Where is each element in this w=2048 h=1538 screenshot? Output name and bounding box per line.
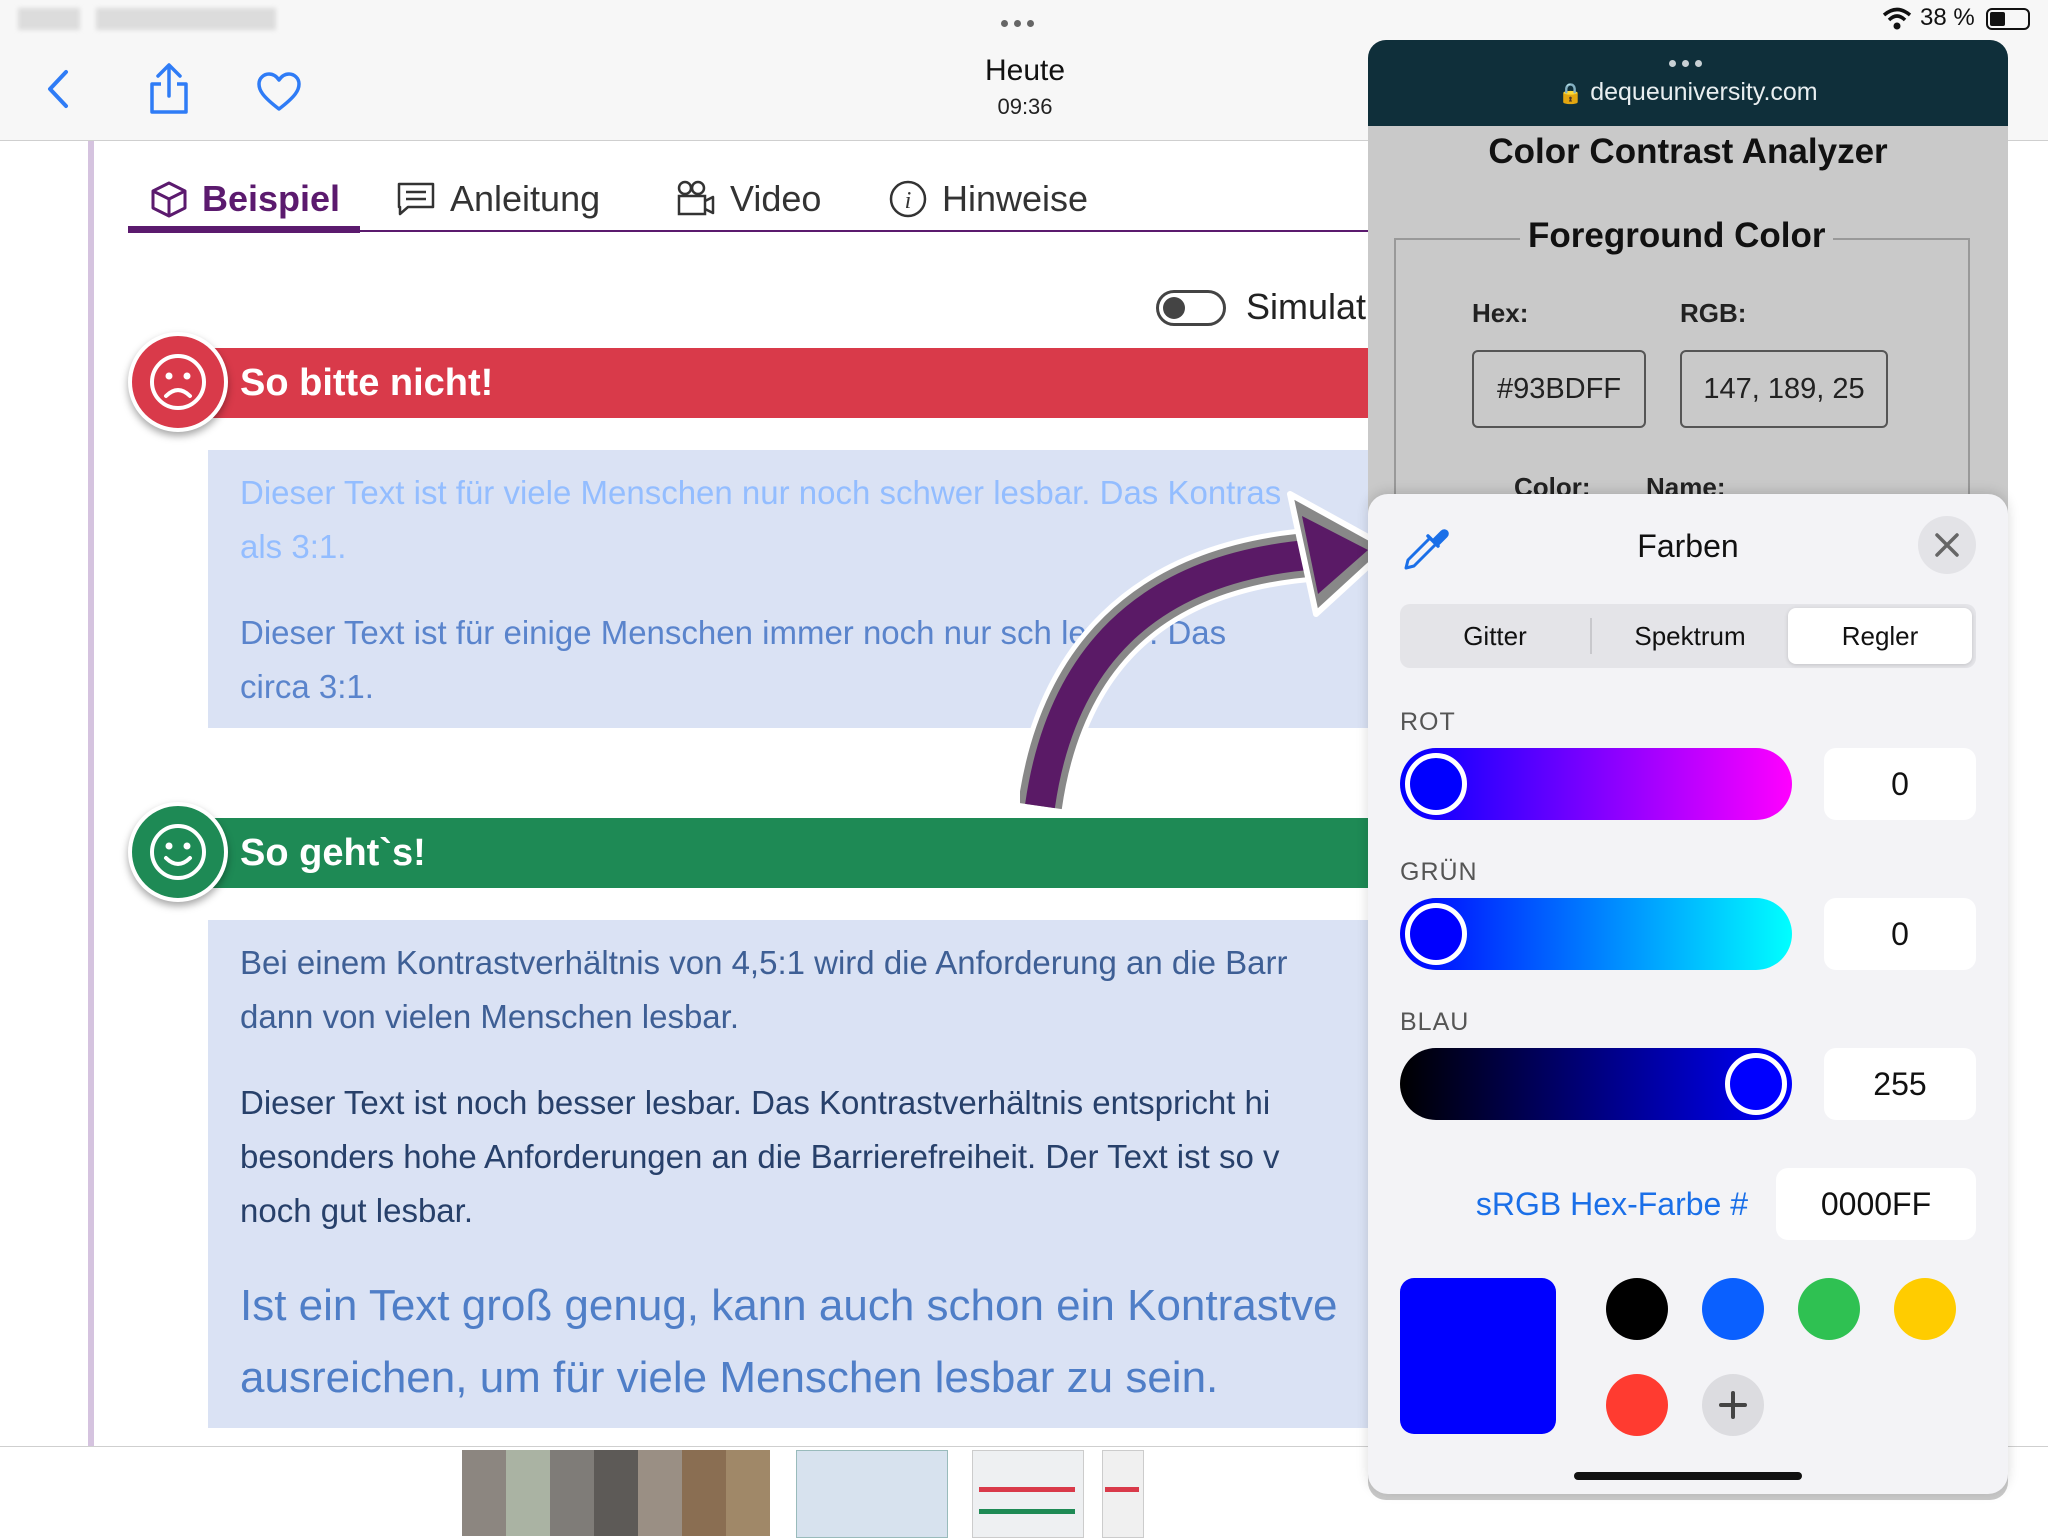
deque-title: Color Contrast Analyzer [1488, 132, 1888, 171]
home-indicator [1574, 1472, 1802, 1480]
bad-example-heading: So bitte nicht! [240, 361, 494, 404]
battery-percentage: 38 % [1920, 4, 1975, 31]
blue-slider[interactable] [1400, 1048, 1792, 1120]
blurred-status-text [96, 8, 276, 30]
green-value-field[interactable]: 0 [1824, 898, 1976, 970]
thumbnail[interactable] [462, 1450, 506, 1536]
tab-beispiel[interactable]: Beispiel [150, 168, 340, 230]
color-picker-sheet: Farben Gitter Spektrum Regler ROT 0 GRÜN… [1368, 494, 2008, 1494]
rgb-label: RGB: [1680, 298, 1747, 328]
multitasking-dots-icon[interactable] [1666, 54, 1705, 72]
svg-text:i: i [905, 188, 912, 214]
good-example-banner: So geht`s! [190, 818, 1370, 888]
red-value-field[interactable]: 0 [1824, 748, 1976, 820]
message-icon [397, 182, 435, 216]
good-example-large-text: Ist ein Text groß genug, kann auch schon… [240, 1281, 1338, 1402]
swatch-green[interactable] [1798, 1278, 1860, 1340]
add-swatch-button[interactable] [1702, 1374, 1764, 1436]
tab-label: Anleitung [450, 178, 601, 219]
simulation-toggle[interactable] [1156, 290, 1226, 326]
swatch-blue[interactable] [1702, 1278, 1764, 1340]
thumbnail[interactable] [972, 1450, 1084, 1538]
plus-icon [1719, 1391, 1747, 1419]
thumbnail[interactable] [638, 1450, 682, 1536]
simulation-label: Simulat [1246, 286, 1367, 327]
green-label: GRÜN [1400, 858, 1478, 886]
heart-icon[interactable] [256, 72, 302, 112]
tab-video[interactable]: Video [676, 168, 821, 230]
thumbnail[interactable] [1102, 1450, 1144, 1538]
info-icon: i [889, 180, 927, 218]
hex-label: Hex: [1472, 298, 1529, 328]
lock-icon: 🔒 [1558, 83, 1584, 105]
thumbnail[interactable] [682, 1450, 726, 1536]
blue-value-field[interactable]: 255 [1824, 1048, 1976, 1120]
nav-title: Heute [984, 54, 1066, 87]
video-camera-icon [677, 180, 715, 216]
current-color-preview [1400, 1278, 1556, 1434]
bad-example-banner: So bitte nicht! [190, 348, 1370, 418]
cube-icon [151, 181, 187, 218]
tab-hinweise[interactable]: i Hinweise [888, 168, 1088, 230]
thumbnail[interactable] [594, 1450, 638, 1536]
thumbnail[interactable] [796, 1450, 948, 1538]
wifi-icon [1882, 7, 1912, 30]
blue-label: BLAU [1400, 1008, 1470, 1036]
foreground-heading: Foreground Color [1520, 216, 1834, 256]
blurred-status-text [18, 8, 80, 30]
red-label: ROT [1400, 708, 1456, 736]
swatch-yellow[interactable] [1894, 1278, 1956, 1340]
swatch-black[interactable] [1606, 1278, 1668, 1340]
share-icon[interactable] [148, 62, 190, 116]
deque-browser-header: 🔒 dequeuniversity.com [1368, 40, 2008, 126]
swatch-red[interactable] [1606, 1374, 1668, 1436]
good-example-text-1: Bei einem Kontrastverhältnis von 4,5:1 w… [240, 944, 1288, 1035]
sad-face-icon [128, 332, 228, 432]
good-example-text-2: Dieser Text ist noch besser lesbar. Das … [240, 1084, 1280, 1229]
segment-gitter[interactable]: Gitter [1400, 606, 1590, 666]
nav-subtitle-time: 09:36 [997, 94, 1053, 119]
tab-label: Beispiel [202, 178, 341, 219]
segment-spektrum[interactable]: Spektrum [1592, 606, 1788, 666]
battery-icon [1986, 8, 2030, 30]
multitasking-dots-icon[interactable] [998, 14, 1037, 32]
slider-thumb[interactable] [1725, 1053, 1787, 1115]
deque-url[interactable]: 🔒 dequeuniversity.com [1368, 78, 2008, 107]
thumbnail[interactable] [550, 1450, 594, 1536]
segment-regler[interactable]: Regler [1788, 606, 1972, 666]
hex-value-field[interactable]: 0000FF [1776, 1168, 1976, 1240]
close-button[interactable] [1918, 516, 1976, 574]
hex-input[interactable]: #93BDFF [1472, 350, 1646, 428]
slider-thumb[interactable] [1405, 903, 1467, 965]
good-example-heading: So geht`s! [240, 831, 426, 874]
thumbnail[interactable] [506, 1450, 550, 1536]
picker-title: Farben [1637, 528, 1739, 564]
slider-thumb[interactable] [1405, 753, 1467, 815]
close-icon [1935, 533, 1959, 557]
tab-label: Video [730, 178, 822, 219]
active-tab-indicator [128, 226, 360, 233]
thumbnail-strip[interactable] [462, 1450, 1144, 1538]
content-left-border [88, 141, 94, 1447]
hex-field-label: sRGB Hex-Farbe # [1475, 1186, 1748, 1222]
pointer-arrow-graphic [1020, 491, 1391, 810]
smiley-face-icon [128, 802, 228, 902]
rgb-input[interactable]: 147, 189, 25 [1680, 350, 1888, 428]
tab-anleitung[interactable]: Anleitung [396, 168, 600, 230]
green-slider[interactable] [1400, 898, 1792, 970]
chevron-left-icon[interactable] [46, 68, 70, 110]
red-slider[interactable] [1400, 748, 1792, 820]
thumbnail[interactable] [726, 1450, 770, 1536]
tab-label: Hinweise [942, 178, 1089, 219]
